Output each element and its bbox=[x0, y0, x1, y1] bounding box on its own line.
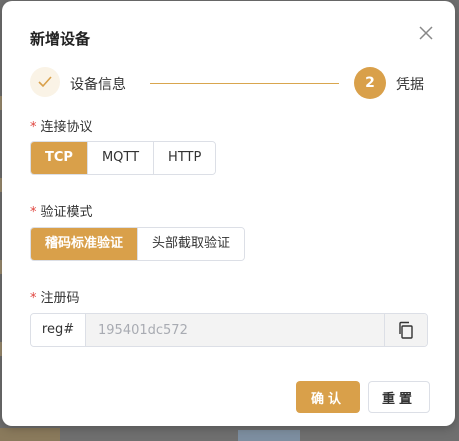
protocol-option-http[interactable]: HTTP bbox=[153, 142, 216, 174]
check-icon bbox=[38, 76, 52, 88]
required-mark: * bbox=[30, 291, 37, 306]
auth-option-header[interactable]: 头部截取验证 bbox=[137, 228, 245, 260]
reg-code-label: * 注册码 bbox=[30, 287, 80, 306]
step-connector bbox=[150, 83, 339, 84]
close-icon bbox=[419, 26, 433, 40]
protocol-selector: TCP MQTT HTTP bbox=[30, 141, 217, 175]
protocol-option-tcp[interactable]: TCP bbox=[31, 142, 87, 174]
step-2-label: 凭据 bbox=[396, 77, 424, 93]
reg-code-prefix: reg# bbox=[31, 314, 86, 346]
dialog-title: 新增设备 bbox=[30, 30, 91, 48]
step-2-indicator: 2 bbox=[354, 67, 386, 99]
copy-icon bbox=[399, 321, 413, 339]
protocol-option-mqtt[interactable]: MQTT bbox=[86, 142, 154, 174]
protocol-label: * 连接协议 bbox=[30, 116, 93, 135]
required-mark: * bbox=[30, 205, 37, 220]
confirm-button[interactable]: 确认 bbox=[296, 381, 360, 413]
step-1-label: 设备信息 bbox=[70, 77, 126, 93]
auth-mode-label: * 验证模式 bbox=[30, 201, 93, 220]
close-button[interactable] bbox=[416, 23, 436, 43]
copy-button[interactable] bbox=[384, 314, 427, 346]
required-mark: * bbox=[30, 120, 37, 135]
protocol-label-text: 连接协议 bbox=[40, 120, 93, 135]
add-device-dialog: 新增设备 设备信息 2 凭据 * 连接协议 TCP MQTT HTTP * 验证模式… bbox=[2, 1, 455, 426]
auth-option-standard[interactable]: 稽码标准验证 bbox=[31, 228, 138, 260]
step-1-indicator bbox=[30, 67, 60, 97]
reg-code-input[interactable] bbox=[86, 314, 384, 346]
reset-button[interactable]: 重置 bbox=[368, 381, 430, 413]
background-button-fragment bbox=[0, 428, 60, 441]
reg-code-label-text: 注册码 bbox=[40, 291, 80, 306]
reg-code-field: reg# bbox=[30, 313, 428, 347]
auth-mode-label-text: 验证模式 bbox=[40, 205, 93, 220]
auth-mode-selector: 稽码标准验证 头部截取验证 bbox=[30, 227, 246, 261]
background-button-fragment bbox=[238, 430, 300, 441]
